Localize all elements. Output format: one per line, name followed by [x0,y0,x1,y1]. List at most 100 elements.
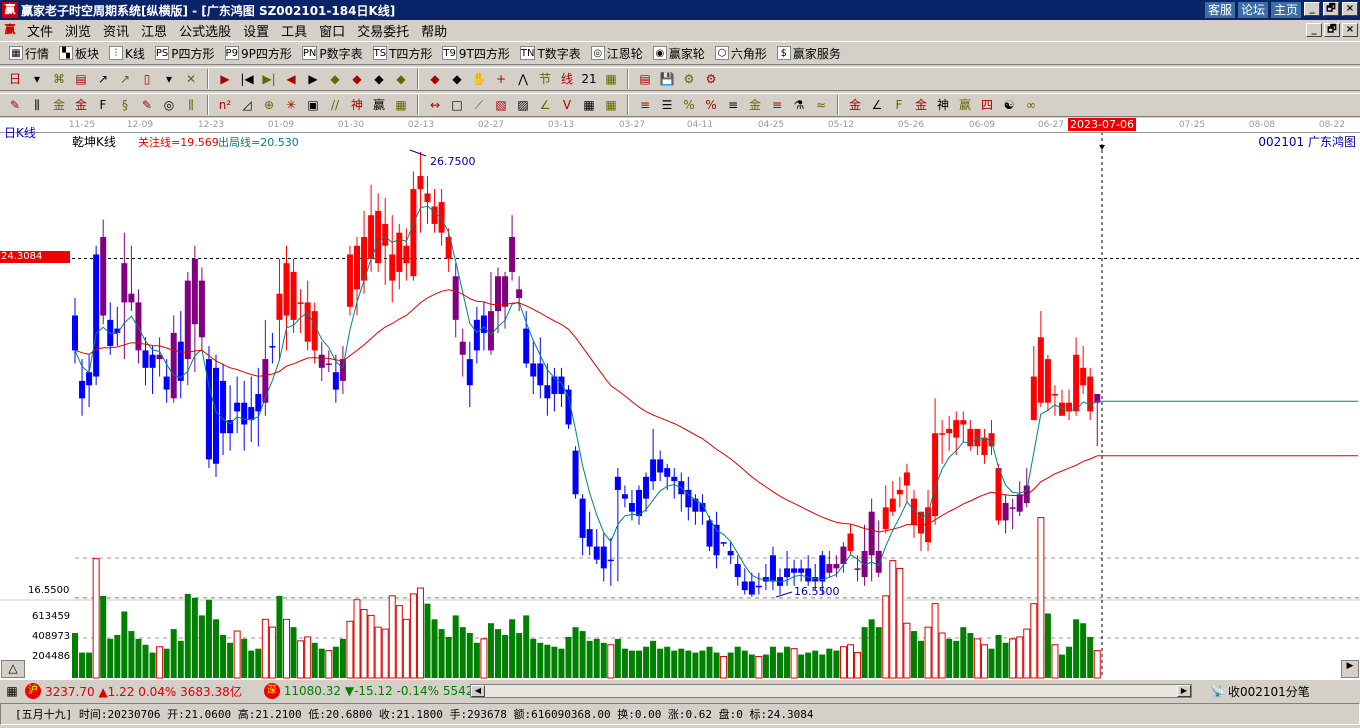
tool-icon[interactable]: ◀ [282,70,300,88]
tool-icon[interactable]: ▶| [260,70,278,88]
tool-icon[interactable]: ↗ [94,70,112,88]
horizontal-scrollbar[interactable]: ◀ ▶ [470,684,1192,698]
tool-icon[interactable]: 金 [912,96,930,114]
toolbar-button[interactable]: ◉ 赢家轮 [650,45,708,62]
child-restore-button[interactable]: 🗗 [1324,23,1340,37]
tool-icon[interactable]: ≈ [812,96,830,114]
tool-icon[interactable]: ✎ [6,96,24,114]
toolbar-button[interactable]: PN P数字表 [299,45,366,62]
kline-chart[interactable] [0,118,1360,680]
tool-icon[interactable]: ⫼ [28,96,46,114]
tool-icon[interactable]: ▨ [514,96,532,114]
tool-icon[interactable]: 神 [348,96,366,114]
tool-icon[interactable]: ∞ [1022,96,1040,114]
tool-icon[interactable]: ☰ [658,96,676,114]
tool-icon[interactable]: ▾ [160,70,178,88]
tool-icon[interactable]: ✋ [470,70,488,88]
tool-icon[interactable]: ≡ [768,96,786,114]
tool-icon[interactable]: 赢 [370,96,388,114]
tool-icon[interactable]: ▶ [304,70,322,88]
tool-icon[interactable]: ◆ [370,70,388,88]
toolbar-button[interactable]: ⫶ K线 [106,45,148,62]
scroll-right-button[interactable]: ▶ [1341,660,1359,678]
tool-icon[interactable]: ⊕ [260,96,278,114]
tool-icon[interactable]: ⚙ [702,70,720,88]
tool-icon[interactable]: ⚗ [790,96,808,114]
tool-icon[interactable]: ✎ [138,96,156,114]
tool-icon[interactable]: ◆ [392,70,410,88]
tool-icon[interactable]: ≡ [636,96,654,114]
tool-icon[interactable]: ∠ [868,96,886,114]
tool-icon[interactable]: ↔ [426,96,444,114]
tool-icon[interactable]: ⚙ [680,70,698,88]
minimize-button[interactable]: _ [1304,2,1320,16]
toolbar-button[interactable]: PS P四方形 [152,45,218,62]
tool-icon[interactable]: ▯ [138,70,156,88]
menu-item[interactable]: 江恩 [135,21,173,40]
tool-icon[interactable]: 节 [536,70,554,88]
tool-icon[interactable]: // [326,96,344,114]
toolbar-button[interactable]: ⬡ 六角形 [712,45,770,62]
tool-icon[interactable]: ▤ [636,70,654,88]
tool-icon[interactable]: ◎ [160,96,178,114]
toolbar-button[interactable]: ▚ 板块 [56,45,102,62]
toolbar-button[interactable]: ▦ 行情 [6,45,52,62]
tool-icon[interactable]: ▶ [216,70,234,88]
tool-icon[interactable]: 金 [72,96,90,114]
customer-service-link[interactable]: 客服 [1204,2,1235,18]
tool-icon[interactable]: 金 [746,96,764,114]
tool-icon[interactable]: ▦ [580,96,598,114]
shanghai-index[interactable]: 3237.70 ▲1.22 0.04% 3683.38亿 [45,683,242,700]
tool-icon[interactable]: F [94,96,112,114]
tool-icon[interactable]: ◆ [326,70,344,88]
menu-item[interactable]: 公式选股 [173,21,237,40]
tool-icon[interactable]: V [558,96,576,114]
tool-icon[interactable]: ▦ [602,70,620,88]
tool-icon[interactable]: |◀ [238,70,256,88]
tool-icon[interactable]: ↗ [116,70,134,88]
tool-icon[interactable]: ◆ [348,70,366,88]
tool-icon[interactable]: ◿ [238,96,256,114]
menu-item[interactable]: 资讯 [97,21,135,40]
tool-icon[interactable]: ⫼ [182,96,200,114]
period-label[interactable]: 日K线 [4,124,36,141]
tool-icon[interactable]: ⟋ [470,96,488,114]
forum-link[interactable]: 论坛 [1237,2,1268,18]
tool-icon[interactable]: 金 [50,96,68,114]
tool-icon[interactable]: ▦ [392,96,410,114]
tool-icon[interactable]: ◆ [448,70,466,88]
tool-icon[interactable]: + [492,70,510,88]
tool-icon[interactable]: 21 [580,70,598,88]
tool-icon[interactable]: ▤ [72,70,90,88]
menu-item[interactable]: 文件 [21,21,59,40]
toolbar-button[interactable]: $ 赢家服务 [774,45,844,62]
tool-icon[interactable]: ▦ [602,96,620,114]
menu-item[interactable]: 窗口 [313,21,351,40]
chart-canvas[interactable] [0,118,1360,680]
tool-icon[interactable]: 线 [558,70,576,88]
tool-icon[interactable]: F [890,96,908,114]
toolbar-button[interactable]: P9 9P四方形 [222,45,295,62]
scroll-left-arrow[interactable]: ◀ [471,685,485,697]
tool-icon[interactable]: 日 [6,70,24,88]
tool-icon[interactable]: % [680,96,698,114]
menu-item[interactable]: 交易委托 [351,21,415,40]
tool-icon[interactable]: 赢 [956,96,974,114]
tool-icon[interactable]: □ [448,96,466,114]
menu-item[interactable]: 浏览 [59,21,97,40]
tool-icon[interactable]: ▾ [28,70,46,88]
tool-icon[interactable]: 金 [846,96,864,114]
scroll-right-arrow[interactable]: ▶ [1177,685,1191,697]
child-minimize-button[interactable]: _ [1306,23,1322,37]
tool-icon[interactable]: ▧ [492,96,510,114]
tool-icon[interactable]: ⋀ [514,70,532,88]
tool-icon[interactable]: ✳ [282,96,300,114]
tool-icon[interactable]: n² [216,96,234,114]
homepage-link[interactable]: 主页 [1270,2,1301,18]
toolbar-button[interactable]: TN T数字表 [517,45,584,62]
tool-icon[interactable]: ▣ [304,96,322,114]
close-button[interactable]: × [1342,2,1358,16]
menu-item[interactable]: 帮助 [415,21,453,40]
restore-button[interactable]: 🗗 [1323,2,1339,16]
tool-icon[interactable]: ∠ [536,96,554,114]
